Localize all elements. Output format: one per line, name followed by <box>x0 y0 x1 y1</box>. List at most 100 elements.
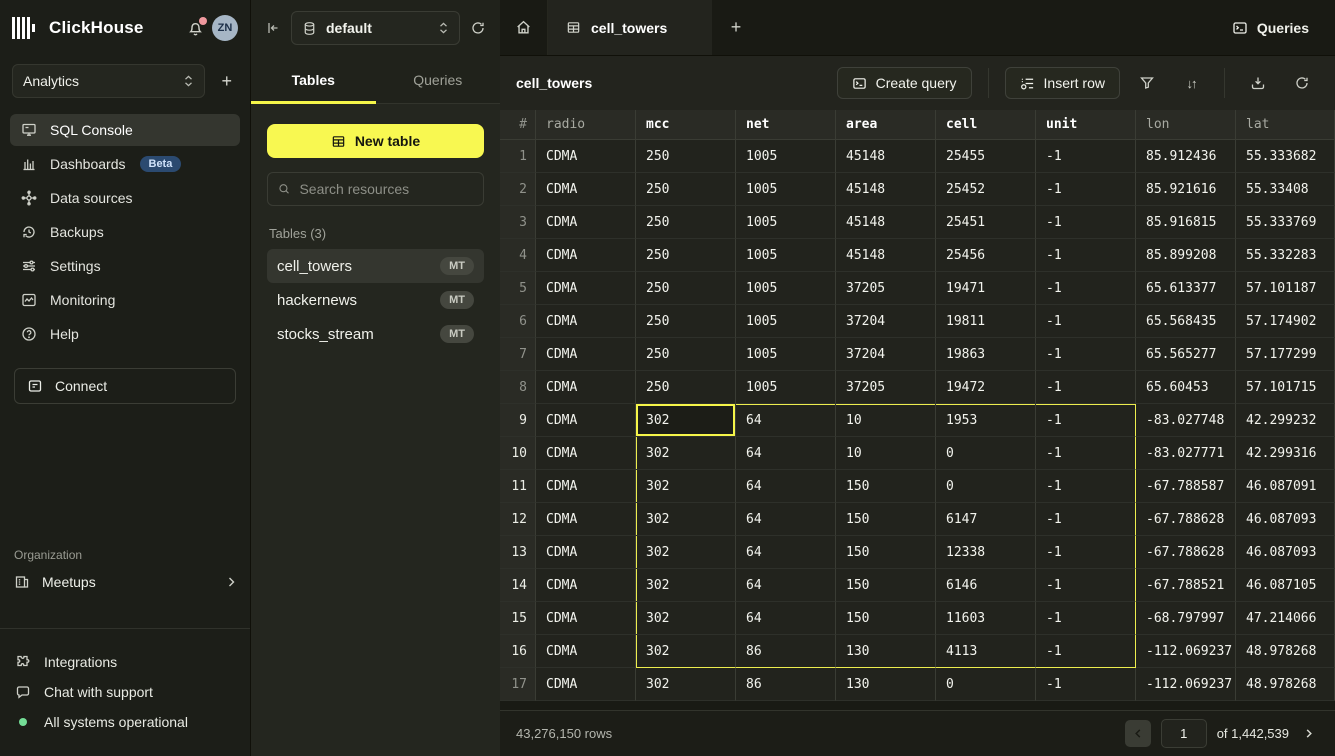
grid-cell[interactable]: -1 <box>1036 602 1136 635</box>
grid-cell[interactable]: 86 <box>736 668 836 701</box>
grid-cell[interactable]: 37204 <box>836 338 936 371</box>
grid-cell[interactable]: 302 <box>636 569 736 602</box>
grid-cell[interactable]: 85.912436 <box>1136 140 1236 173</box>
grid-cell[interactable]: -1 <box>1036 206 1136 239</box>
sidebar-item-help[interactable]: Help <box>10 318 240 350</box>
sidebar-item-meetups[interactable]: Meetups <box>14 574 236 590</box>
grid-cell[interactable]: CDMA <box>536 437 636 470</box>
grid-cell[interactable]: 1005 <box>736 173 836 206</box>
grid-cell[interactable]: 0 <box>936 437 1036 470</box>
home-button[interactable] <box>500 0 548 55</box>
grid-cell[interactable]: 45148 <box>836 140 936 173</box>
add-workspace-button[interactable]: + <box>215 68 238 94</box>
grid-cell[interactable]: CDMA <box>536 404 636 437</box>
grid-cell[interactable]: 65.568435 <box>1136 305 1236 338</box>
grid-cell[interactable]: -1 <box>1036 338 1136 371</box>
new-tab-button[interactable]: + <box>712 0 760 55</box>
column-header-area[interactable]: area <box>836 110 936 140</box>
grid-cell[interactable]: -1 <box>1036 173 1136 206</box>
grid-cell[interactable]: 85.921616 <box>1136 173 1236 206</box>
grid-cell[interactable]: -1 <box>1036 272 1136 305</box>
grid-cell[interactable]: 57.177299 <box>1236 338 1335 371</box>
sidebar-item-backups[interactable]: Backups <box>10 216 240 248</box>
grid-cell[interactable]: 64 <box>736 569 836 602</box>
grid-cell[interactable]: 65.565277 <box>1136 338 1236 371</box>
grid-cell[interactable]: 250 <box>636 371 736 404</box>
grid-cell[interactable]: CDMA <box>536 602 636 635</box>
grid-cell[interactable]: 1005 <box>736 338 836 371</box>
grid-cell[interactable]: -1 <box>1036 503 1136 536</box>
grid-cell[interactable]: 85.899208 <box>1136 239 1236 272</box>
next-page-button[interactable] <box>1299 726 1319 741</box>
grid-cell[interactable]: -67.788521 <box>1136 569 1236 602</box>
grid-cell[interactable]: 250 <box>636 140 736 173</box>
column-header-mcc[interactable]: mcc <box>636 110 736 140</box>
grid-cell[interactable]: -1 <box>1036 404 1136 437</box>
table-list-item-hackernews[interactable]: hackernewsMT <box>267 283 484 317</box>
grid-cell[interactable]: 47.214066 <box>1236 602 1335 635</box>
grid-cell[interactable]: -1 <box>1036 536 1136 569</box>
grid-cell[interactable]: 57.174902 <box>1236 305 1335 338</box>
grid-cell[interactable]: 64 <box>736 536 836 569</box>
grid-cell[interactable]: -67.788587 <box>1136 470 1236 503</box>
grid-cell[interactable]: 45148 <box>836 239 936 272</box>
grid-cell[interactable]: 37204 <box>836 305 936 338</box>
grid-cell[interactable]: 55.333769 <box>1236 206 1335 239</box>
grid-cell[interactable]: -67.788628 <box>1136 536 1236 569</box>
grid-cell[interactable]: 250 <box>636 272 736 305</box>
system-status[interactable]: All systems operational <box>14 712 236 732</box>
sidebar-item-integrations[interactable]: Integrations <box>14 652 236 672</box>
grid-cell[interactable]: 46.087091 <box>1236 470 1335 503</box>
connect-button[interactable]: Connect <box>14 368 236 404</box>
grid-cell[interactable]: CDMA <box>536 503 636 536</box>
grid-cell[interactable]: 46.087093 <box>1236 536 1335 569</box>
grid-cell[interactable]: 302 <box>636 602 736 635</box>
grid-cell[interactable]: 57.101187 <box>1236 272 1335 305</box>
grid-cell[interactable]: -68.797997 <box>1136 602 1236 635</box>
grid-cell[interactable]: CDMA <box>536 239 636 272</box>
grid-cell[interactable]: 46.087105 <box>1236 569 1335 602</box>
grid-cell[interactable]: 55.332283 <box>1236 239 1335 272</box>
grid-cell[interactable]: 250 <box>636 338 736 371</box>
column-header-net[interactable]: net <box>736 110 836 140</box>
tab-queries[interactable]: Queries <box>376 56 501 103</box>
grid-cell[interactable]: 57.101715 <box>1236 371 1335 404</box>
column-header-cell[interactable]: cell <box>936 110 1036 140</box>
previous-page-button[interactable] <box>1125 720 1151 747</box>
grid-cell[interactable]: 64 <box>736 404 836 437</box>
grid-cell[interactable]: 302 <box>636 536 736 569</box>
download-button[interactable] <box>1241 67 1275 99</box>
grid-cell[interactable]: 55.333682 <box>1236 140 1335 173</box>
sidebar-item-sql-console[interactable]: SQL Console <box>10 114 240 146</box>
filter-button[interactable] <box>1130 67 1164 99</box>
grid-cell[interactable]: 12338 <box>936 536 1036 569</box>
queries-link[interactable]: Queries <box>1206 0 1335 55</box>
grid-cell[interactable]: -1 <box>1036 305 1136 338</box>
sidebar-item-dashboards[interactable]: DashboardsBeta <box>10 148 240 180</box>
grid-cell[interactable]: 25456 <box>936 239 1036 272</box>
grid-cell[interactable]: 1005 <box>736 305 836 338</box>
grid-cell[interactable]: CDMA <box>536 272 636 305</box>
grid-cell[interactable]: 302 <box>636 404 736 437</box>
grid-cell[interactable]: 25451 <box>936 206 1036 239</box>
grid-cell[interactable]: -1 <box>1036 140 1136 173</box>
grid-cell[interactable]: 4113 <box>936 635 1036 668</box>
grid-cell[interactable]: 65.613377 <box>1136 272 1236 305</box>
grid-cell[interactable]: CDMA <box>536 338 636 371</box>
grid-cell[interactable]: -1 <box>1036 371 1136 404</box>
grid-cell[interactable]: 19472 <box>936 371 1036 404</box>
page-number-input[interactable] <box>1161 719 1207 748</box>
grid-cell[interactable]: 37205 <box>836 371 936 404</box>
grid-cell[interactable]: CDMA <box>536 470 636 503</box>
grid-cell[interactable]: 85.916815 <box>1136 206 1236 239</box>
sidebar-item-chat-support[interactable]: Chat with support <box>14 682 236 702</box>
grid-cell[interactable]: 1005 <box>736 239 836 272</box>
grid-cell[interactable]: 37205 <box>836 272 936 305</box>
grid-cell[interactable]: CDMA <box>536 536 636 569</box>
grid-cell[interactable]: 150 <box>836 602 936 635</box>
grid-cell[interactable]: 11603 <box>936 602 1036 635</box>
grid-cell[interactable]: 150 <box>836 503 936 536</box>
grid-cell[interactable]: CDMA <box>536 173 636 206</box>
grid-cell[interactable]: 42.299316 <box>1236 437 1335 470</box>
sidebar-item-monitoring[interactable]: Monitoring <box>10 284 240 316</box>
